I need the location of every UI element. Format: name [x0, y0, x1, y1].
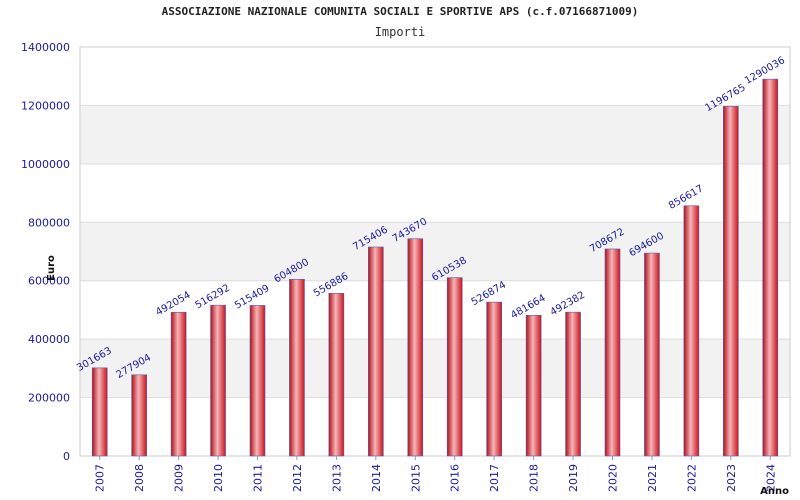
x-tick-label: 2023: [725, 464, 738, 492]
x-tick-label: 2012: [291, 464, 304, 492]
y-tick-label: 200000: [28, 392, 70, 405]
y-axis: 0200000400000600000800000100000012000001…: [21, 41, 70, 463]
bar: [446, 277, 463, 457]
x-tick-label: 2020: [607, 464, 620, 492]
bar: [210, 304, 226, 457]
bar: [486, 301, 502, 457]
bar: [407, 238, 424, 457]
x-tick-label: 2019: [567, 464, 580, 492]
bar: [91, 367, 108, 457]
bar: [170, 311, 187, 457]
y-tick-label: 400000: [28, 333, 70, 346]
bar: [368, 246, 384, 457]
y-tick-label: 800000: [28, 216, 70, 229]
x-tick-label: 2009: [173, 464, 186, 492]
x-tick-label: 2011: [252, 464, 265, 492]
grid-band: [80, 339, 790, 398]
y-tick-label: 0: [63, 450, 70, 463]
x-tick-label: 2018: [528, 464, 541, 492]
x-axis-title: Anno: [760, 486, 789, 497]
bar: [565, 311, 581, 457]
bar: [683, 205, 700, 457]
bar: [644, 252, 660, 457]
y-tick-label: 1200000: [21, 99, 70, 112]
bar-chart: 0200000400000600000800000100000012000001…: [21, 41, 791, 497]
y-axis-title: Euro: [46, 255, 57, 281]
bar: [249, 305, 266, 457]
bar: [328, 293, 345, 457]
grid-bands: [79, 46, 791, 457]
bar: [604, 248, 621, 457]
x-tick-label: 2021: [646, 464, 659, 492]
x-tick-label: 2017: [488, 464, 501, 492]
x-tick-label: 2008: [133, 464, 146, 492]
bar: [289, 279, 305, 457]
x-tick-label: 2014: [370, 464, 383, 492]
x-tick-label: 2010: [212, 464, 225, 492]
y-tick-label: 1400000: [21, 41, 70, 54]
y-tick-label: 1000000: [21, 158, 70, 171]
x-tick-label: 2013: [330, 464, 343, 492]
x-tick-label: 2015: [409, 464, 422, 492]
bar: [762, 78, 779, 457]
grid-band: [80, 105, 790, 164]
bar: [723, 106, 739, 457]
bar: [525, 314, 542, 457]
bar: [131, 374, 147, 457]
x-tick-label: 2016: [449, 464, 462, 492]
x-tick-label: 2022: [685, 464, 698, 492]
x-tick-label: 2007: [94, 464, 107, 492]
x-axis: 2007 2008 2009 2010 2011 2012 2013 2014 2015 2016…: [94, 456, 777, 492]
